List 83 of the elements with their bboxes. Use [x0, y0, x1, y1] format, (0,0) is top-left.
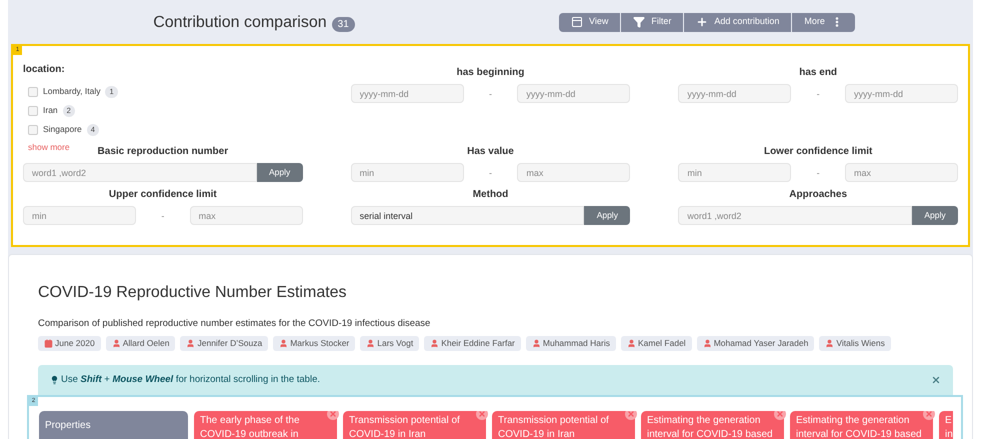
author-tag[interactable]: Muhammad Haris [526, 336, 616, 352]
user-icon [532, 339, 541, 348]
properties-header: Properties [39, 411, 188, 439]
apply-button[interactable]: Apply [912, 206, 958, 225]
contribution-header: Transmission potential of COVID-19 in Iran [492, 411, 635, 439]
filter-label: Method [472, 188, 508, 201]
window-icon [571, 16, 583, 28]
remove-button[interactable] [476, 411, 488, 420]
author-tag[interactable]: Kamel Fadel [620, 336, 692, 352]
author-tag[interactable]: Jennifer D’Souza [180, 336, 268, 352]
apply-button[interactable]: Apply [584, 206, 630, 225]
author-tag[interactable]: Kheir Eddine Farfar [424, 336, 521, 352]
lightbulb-icon [50, 375, 59, 386]
remove-button[interactable] [625, 411, 637, 420]
user-icon [626, 339, 636, 348]
count-badge: 31 [332, 16, 355, 32]
alert-text: Use Shift + Mouse Wheel for horizontal scrolling in the table. [61, 373, 320, 388]
comparison-title: COVID-19 Reproductive Number Estimates [38, 283, 348, 303]
checkbox[interactable] [28, 106, 38, 116]
input-field[interactable]: word1 ,word2 [678, 206, 912, 225]
filter-label: Approaches [789, 188, 848, 201]
input-field[interactable]: min [23, 206, 136, 225]
input-field[interactable]: max [844, 163, 958, 182]
option-label: Singapore [43, 123, 82, 136]
contribution-header: E in [939, 411, 953, 439]
filter-label: Lower confidence limit [764, 145, 872, 158]
user-icon [186, 339, 196, 348]
apply-button[interactable]: Apply [256, 163, 303, 182]
input-field[interactable]: min [678, 163, 792, 182]
user-icon [366, 339, 376, 348]
remove-button[interactable] [774, 411, 786, 420]
close-icon[interactable] [931, 375, 941, 386]
input-field[interactable]: yyyy-mm-dd [517, 84, 630, 103]
user-icon [825, 339, 834, 348]
page-title: Contribution comparison [153, 13, 327, 33]
remove-button[interactable] [327, 411, 339, 420]
range-separator: - [488, 88, 492, 100]
toolbar-button[interactable]: View [559, 12, 620, 32]
checkbox[interactable] [28, 86, 38, 96]
user-icon [702, 339, 712, 348]
filter-label: Basic reproduction number [98, 145, 228, 158]
author-tag[interactable]: Mohamad Yaser Jaradeh [696, 336, 814, 352]
input-field[interactable]: max [190, 206, 303, 225]
contribution-header: Estimating the generation interval for COVID-19 based [790, 411, 933, 439]
input-field[interactable]: yyyy-mm-dd [350, 84, 464, 103]
input-field[interactable]: yyyy-mm-dd [678, 84, 792, 103]
filter-label: has beginning [456, 66, 524, 79]
author-tag[interactable]: Markus Stocker [273, 336, 356, 352]
range-separator: - [488, 166, 492, 178]
input-field[interactable]: min [350, 163, 464, 182]
range-separator: - [816, 88, 820, 100]
plus-icon [696, 16, 708, 28]
option-label: Lombardy, Italy [43, 85, 100, 98]
input-field[interactable]: word1 ,word2 [23, 163, 257, 182]
filter-label: has end [799, 66, 838, 79]
filter-label: location: [23, 63, 66, 77]
contribution-header: The early phase of the COVID-19 outbreak in [194, 411, 337, 439]
user-icon [279, 339, 288, 348]
author-tag[interactable]: Lars Vogt [360, 336, 420, 352]
input-field[interactable]: yyyy-mm-dd [844, 84, 958, 103]
description: Comparison of published reproductive number estimates for the COVID-19 infectious disease [38, 317, 432, 331]
author-tag[interactable]: Vitalis Wiens [819, 336, 891, 352]
toolbar-button[interactable]: More [792, 12, 855, 32]
option-label: Iran [43, 104, 58, 117]
range-separator: - [161, 210, 164, 222]
toolbar-button[interactable]: Add contribution [684, 12, 792, 32]
toolbar-button[interactable]: Filter [621, 12, 684, 32]
user-icon [430, 339, 440, 348]
author-tag[interactable]: Allard Oelen [106, 336, 176, 352]
user-icon [112, 339, 121, 348]
remove-button[interactable] [923, 411, 935, 420]
filter-label: Has value [467, 145, 514, 158]
input-field[interactable]: max [517, 163, 630, 182]
checkbox[interactable] [28, 124, 38, 134]
input-field[interactable]: serial interval [350, 206, 584, 225]
filter-icon [633, 16, 646, 28]
contribution-header: Estimating the generation interval for COVID-19 based [641, 411, 784, 439]
contribution-header: Transmission potential of COVID-19 in Iran [343, 411, 486, 439]
calendar-icon [44, 339, 53, 348]
range-separator: - [816, 166, 820, 178]
date-tag: June 2020 [38, 336, 101, 352]
filter-label: Upper confidence limit [108, 188, 217, 201]
show-more-link[interactable]: show more [28, 141, 70, 154]
